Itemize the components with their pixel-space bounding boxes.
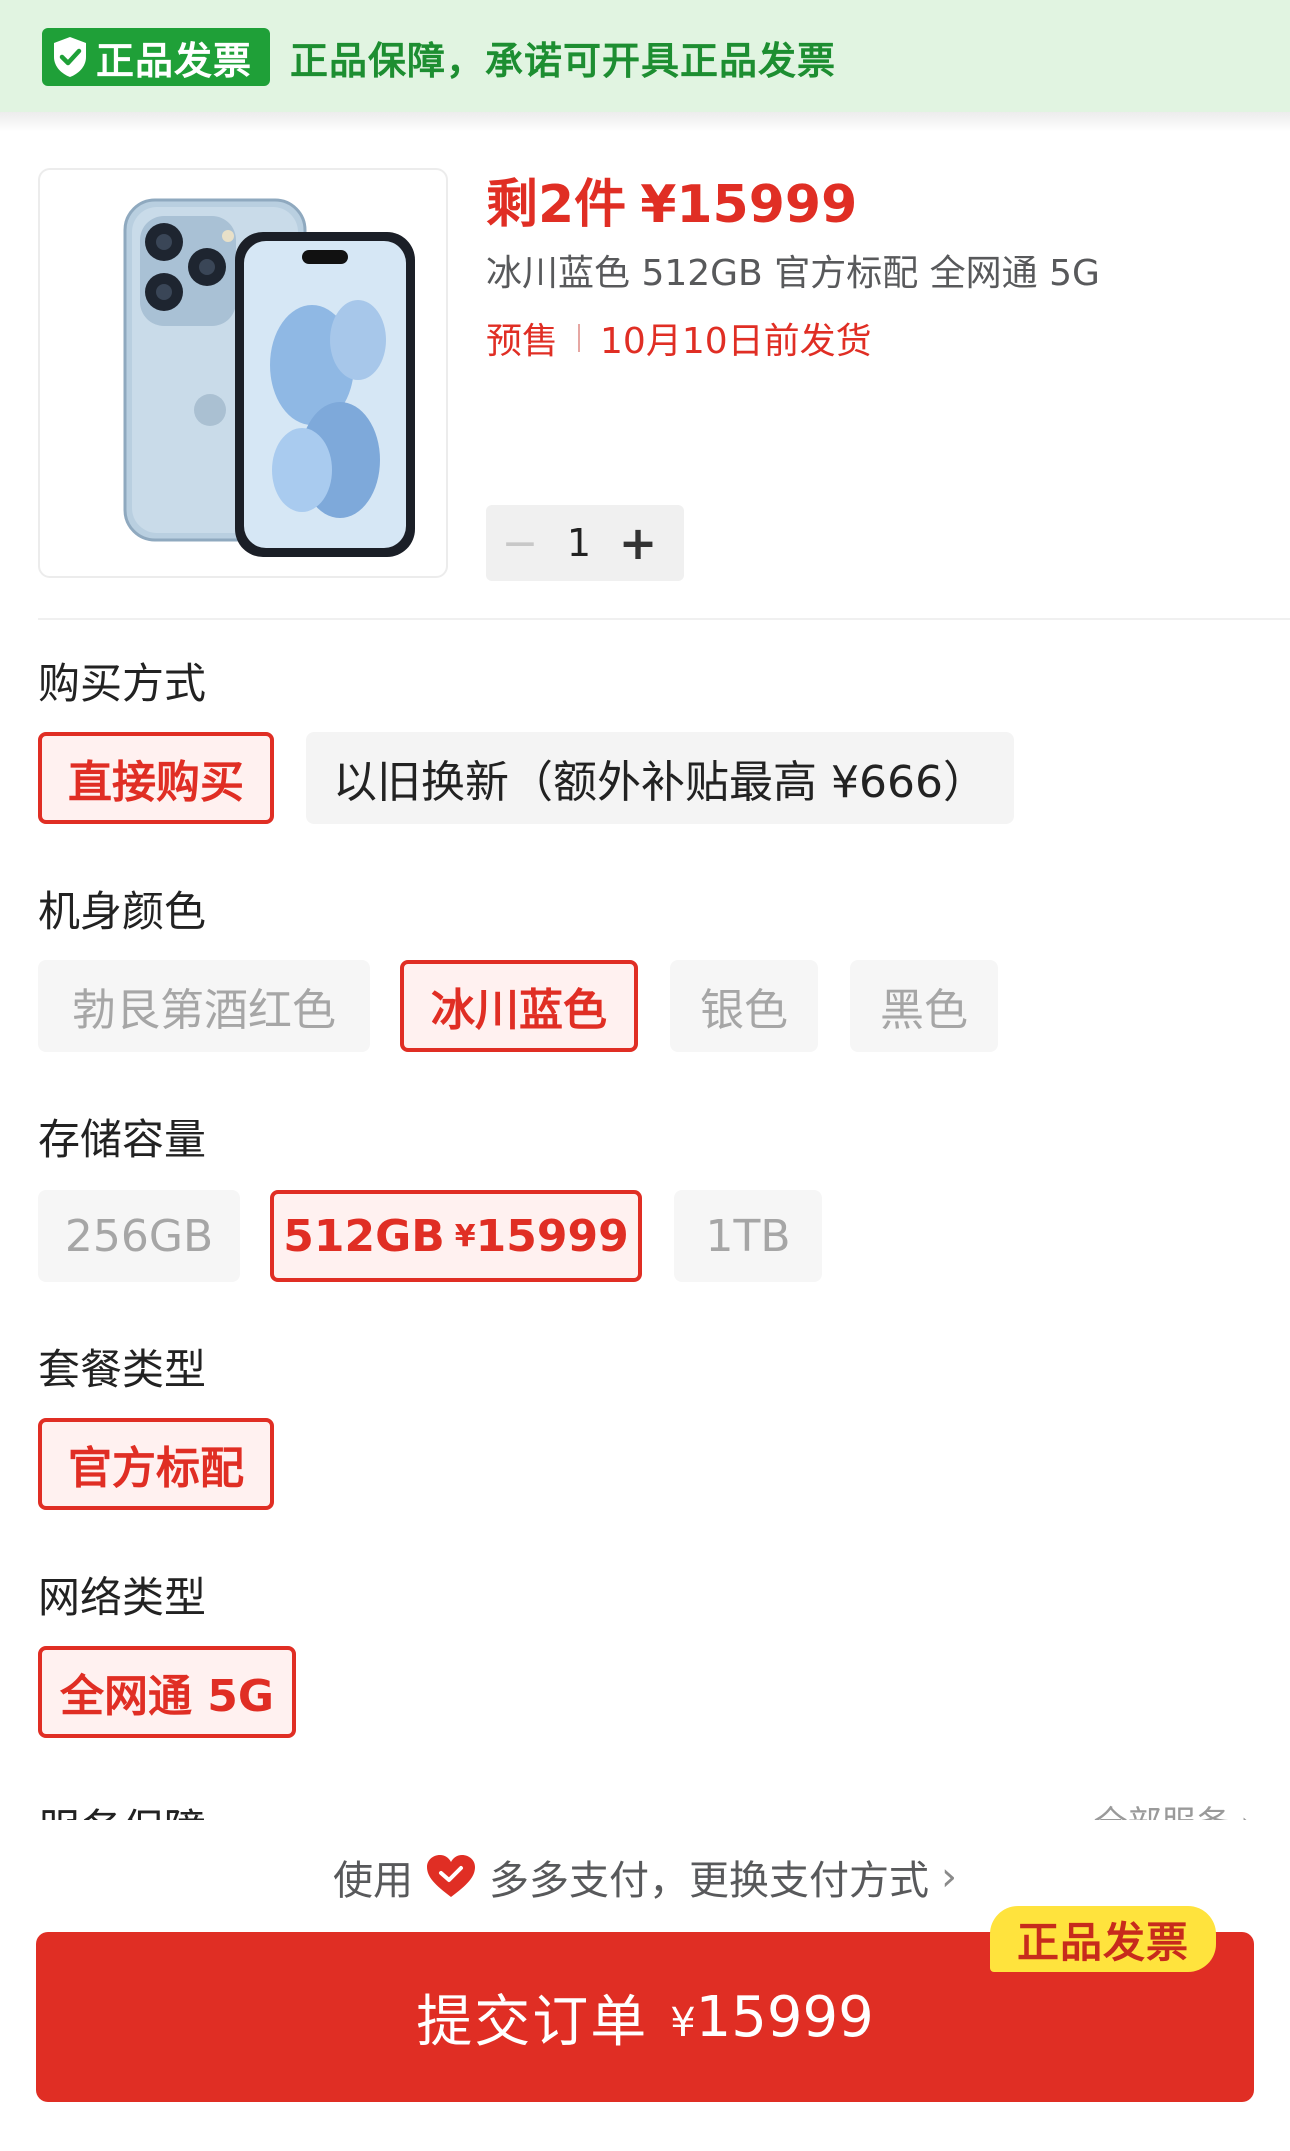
- quantity-value[interactable]: 1: [554, 521, 604, 565]
- storage-option-1tb[interactable]: 1TB: [674, 1190, 822, 1282]
- price-line: 剩2件 ¥15999: [486, 162, 871, 237]
- option-trade-in[interactable]: 以旧换新（额外补贴最高 ¥666）: [306, 732, 1014, 824]
- quantity-stepper[interactable]: − 1 +: [486, 505, 684, 581]
- all-services-link[interactable]: 全部服务 ›: [1094, 1796, 1254, 1820]
- invoice-badge-label: 正品发票: [96, 38, 253, 83]
- presale-label: 预售: [486, 321, 559, 362]
- storage-option-512gb[interactable]: 512GB ¥15999: [270, 1190, 642, 1282]
- banner-text: 正品保障，承诺可开具正品发票: [290, 39, 837, 83]
- minus-icon[interactable]: −: [486, 518, 554, 569]
- network-title: 网络类型: [38, 1573, 207, 1622]
- product-image[interactable]: [38, 168, 448, 578]
- service-title: 服务保障: [38, 1796, 206, 1820]
- ship-date: 10月10日前发货: [600, 321, 872, 362]
- color-title: 机身颜色: [38, 887, 207, 936]
- color-option-glacier-blue[interactable]: 冰川蓝色: [400, 960, 638, 1052]
- presale-separator: [578, 324, 581, 352]
- invoice-tag: 正品发票: [990, 1906, 1216, 1972]
- storage-yen: ¥: [454, 1218, 476, 1254]
- payment-prefix: 使用: [333, 1858, 413, 1904]
- presale-info: 预售 10月10日前发货: [486, 312, 872, 364]
- banner-divider: [0, 112, 1290, 132]
- authenticity-banner: 正品发票 正品保障，承诺可开具正品发票: [0, 0, 1290, 112]
- payment-method[interactable]: 使用 多多支付，更换支付方式 ›: [0, 1848, 1290, 1906]
- storage-512-price: 15999: [475, 1210, 629, 1262]
- storage-512-label: 512GB: [283, 1210, 445, 1262]
- selected-spec: 冰川蓝色 512GB 官方标配 全网通 5G: [486, 253, 1100, 294]
- network-option-5g[interactable]: 全网通 5G: [38, 1646, 296, 1738]
- storage-option-256gb[interactable]: 256GB: [38, 1190, 240, 1282]
- phone-illustration: [123, 198, 415, 557]
- option-direct-buy[interactable]: 直接购买: [38, 732, 274, 824]
- service-section: 服务保障 全部服务 ›: [38, 1796, 1290, 1820]
- purchase-method-title: 购买方式: [38, 659, 207, 708]
- color-option-burgundy[interactable]: 勃艮第酒红色: [38, 960, 370, 1052]
- divider: [38, 618, 1290, 620]
- invoice-badge: 正品发票: [42, 28, 270, 86]
- submit-label: 提交订单: [416, 1989, 649, 2055]
- product-price: ¥15999: [640, 175, 858, 235]
- color-option-silver[interactable]: 银色: [670, 960, 818, 1052]
- payment-method-text: 多多支付，更换支付方式: [489, 1858, 929, 1904]
- chevron-right-icon: ›: [941, 1854, 957, 1900]
- package-title: 套餐类型: [38, 1345, 207, 1394]
- color-option-black[interactable]: 黑色: [850, 960, 998, 1052]
- plus-icon[interactable]: +: [604, 516, 672, 570]
- shield-check-icon: [54, 37, 86, 77]
- stock-remaining: 剩2件: [486, 175, 627, 235]
- duoduo-pay-heart-icon: [427, 1855, 475, 1897]
- storage-title: 存储容量: [38, 1115, 207, 1164]
- submit-amount: ¥15999: [670, 1984, 874, 2050]
- package-option-official[interactable]: 官方标配: [38, 1418, 274, 1510]
